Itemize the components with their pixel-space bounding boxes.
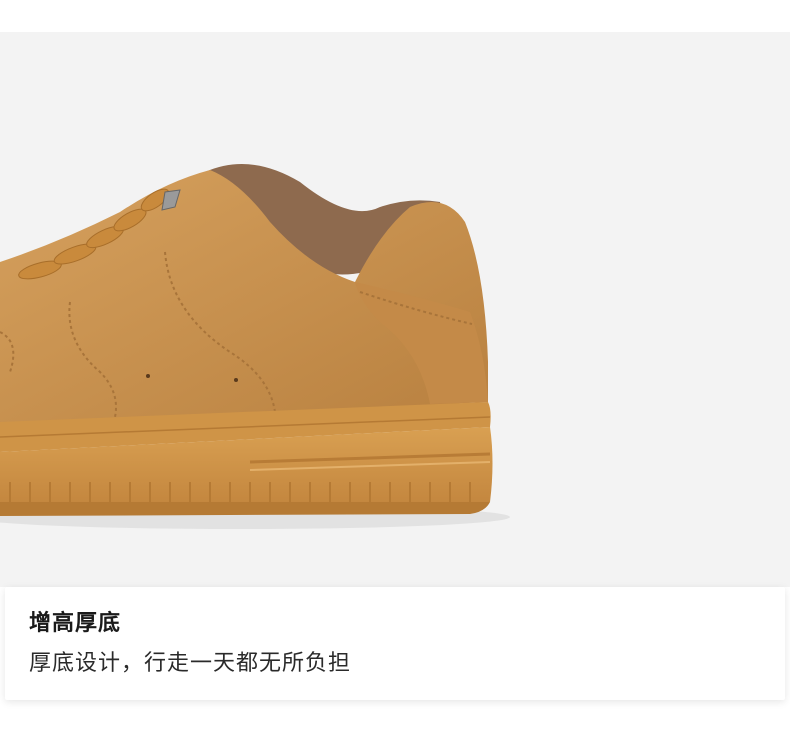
sneaker-illustration: [0, 164, 510, 529]
caption-title: 增高厚底: [29, 611, 122, 636]
product-photo: [0, 32, 790, 587]
perforation: [234, 378, 238, 382]
page: 增高厚底 厚底设计，行走一天都无所负担: [0, 0, 790, 748]
caption-description: 厚底设计，行走一天都无所负担: [29, 651, 352, 676]
caption-card: 增高厚底 厚底设计，行走一天都无所负担: [5, 587, 785, 700]
perforation: [146, 374, 150, 378]
sole-bottom: [0, 502, 490, 516]
